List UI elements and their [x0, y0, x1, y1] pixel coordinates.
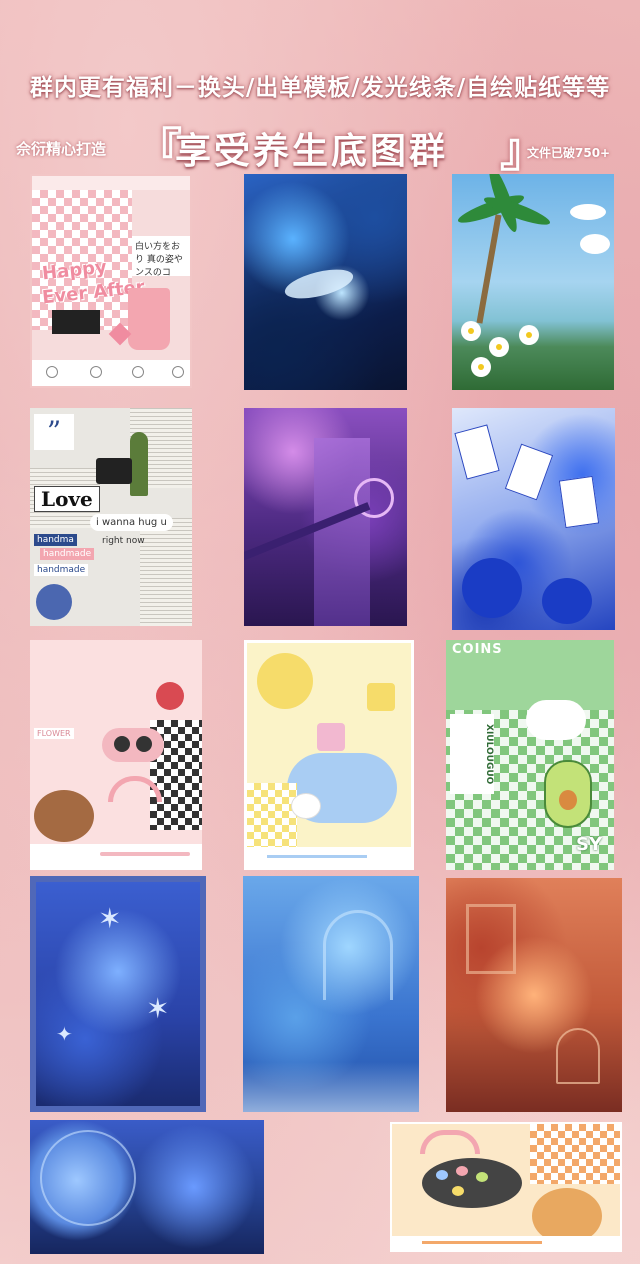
playing-card [558, 475, 600, 529]
daisy-flower [492, 340, 506, 354]
coins-label: COINS [452, 642, 503, 657]
bear-sticker [34, 790, 94, 842]
cloud-shape [570, 204, 606, 220]
puzzle-piece [317, 723, 345, 751]
cloud-shape [580, 234, 610, 254]
maker-credit: 佘衍精心打造 [16, 140, 107, 158]
clapperboard-sticker [52, 310, 100, 334]
paint-dot [476, 1172, 488, 1182]
vertical-label: XIULOUGUO [450, 714, 494, 794]
handmade-label: handmade [34, 564, 89, 576]
rose-shape [462, 558, 522, 618]
progress-bar [422, 1241, 542, 1244]
group-title: 享受养生底图群 [175, 130, 449, 172]
playing-card [504, 443, 554, 501]
cactus-sticker [130, 432, 148, 496]
japanese-sticker: 白い方をおり 真の姿や ンスのコ [132, 236, 190, 278]
hug-text: i wanna hug u [90, 514, 173, 531]
arch-shape [323, 910, 393, 1000]
star-icon: ✶ [146, 992, 170, 1025]
handmade-label: handmade [40, 548, 95, 560]
paint-dot [436, 1170, 448, 1180]
newspaper-clipping [140, 518, 192, 626]
window-shape [466, 904, 516, 974]
star-icon: ✶ [98, 902, 122, 935]
cloud-shape [526, 700, 586, 740]
camera-sticker [96, 458, 132, 484]
wallpaper-thumb-orange-room[interactable] [446, 878, 622, 1112]
checker-pattern [530, 1124, 620, 1184]
palette-sticker [422, 1158, 522, 1208]
wallpaper-thumb-orange-bear[interactable] [390, 1122, 622, 1252]
progress-bar [100, 852, 190, 856]
checker-pattern [247, 783, 297, 853]
right-now-text: right now [102, 536, 145, 546]
wallpaper-thumb-blue-framed-castle[interactable]: ✶ ✶ ✦ [30, 876, 206, 1112]
rose-shape [542, 578, 592, 624]
daisy-flower [522, 328, 536, 342]
floor-shape [243, 1062, 419, 1112]
chat-icon [46, 366, 58, 378]
wallpaper-thumb-blue-moon[interactable] [30, 1120, 264, 1254]
wallpaper-thumb-pink-happy-ever-after[interactable]: 白い方をおり 真の姿や ンスのコ Happy Ever After [30, 174, 192, 388]
music-player-bar [392, 1236, 620, 1250]
wallpaper-thumb-blue-cathedral[interactable] [243, 876, 419, 1112]
sy-label: SY [576, 834, 602, 855]
rainbow-sticker [420, 1130, 480, 1154]
daisy-flower [474, 360, 488, 374]
thumb-nav-bar [32, 360, 190, 386]
puzzle-piece [367, 683, 395, 711]
hashtag-icon [90, 366, 102, 378]
drink-sticker [128, 288, 170, 350]
daisy-flower [464, 324, 478, 338]
cherry-sticker [156, 682, 184, 710]
wallpaper-thumb-blue-fantasy[interactable] [244, 174, 407, 390]
moon-shape [40, 1130, 136, 1226]
thumb-status-bar [32, 176, 190, 190]
paint-dot [452, 1186, 464, 1196]
star-icon: ✦ [56, 1022, 73, 1046]
wallpaper-thumb-purple-clock-tower[interactable] [244, 408, 407, 626]
music-player-bar [30, 844, 202, 870]
progress-bar [267, 855, 367, 858]
title-row: 佘衍精心打造 『 享受养生底图群 』 文件已破750+ [0, 112, 640, 177]
birdcage-shape [556, 1028, 600, 1084]
wallpaper-thumb-pink-kawaii[interactable]: FLOWER [30, 640, 202, 870]
wallpaper-thumb-palm-trees[interactable] [452, 174, 614, 390]
moon-sticker [257, 653, 313, 709]
playing-card [454, 424, 500, 480]
fish-shape [282, 263, 356, 305]
file-count: 文件已破750+ [527, 146, 611, 160]
wallpaper-thumb-yellow-puzzle[interactable] [244, 640, 414, 870]
love-text: Love [34, 486, 100, 512]
avocado-pit [559, 790, 577, 810]
wallpaper-thumb-green-avocado[interactable]: COINS XIULOUGUO SY [446, 640, 614, 870]
promo-headline: 群内更有福利－换头/出单模板/发光线条/自绘贴纸等等 [29, 75, 611, 101]
paint-dot [456, 1166, 468, 1176]
quote-sticker: ” [34, 414, 74, 450]
flower-label: FLOWER [34, 728, 74, 739]
handmade-label: handma [34, 534, 77, 546]
user-icon [172, 366, 184, 378]
wallpaper-thumb-newspaper-collage[interactable]: ” Love i wanna hug u right now handma ha… [30, 408, 192, 626]
music-player-bar [247, 847, 411, 867]
tower-shape [314, 438, 370, 626]
wallpaper-thumb-blue-cards[interactable] [452, 408, 615, 630]
palm-trunk [476, 214, 502, 324]
bunny-sticker [291, 793, 321, 819]
flower-sticker [36, 584, 72, 620]
smile-icon [132, 366, 144, 378]
face-sticker [102, 728, 164, 762]
